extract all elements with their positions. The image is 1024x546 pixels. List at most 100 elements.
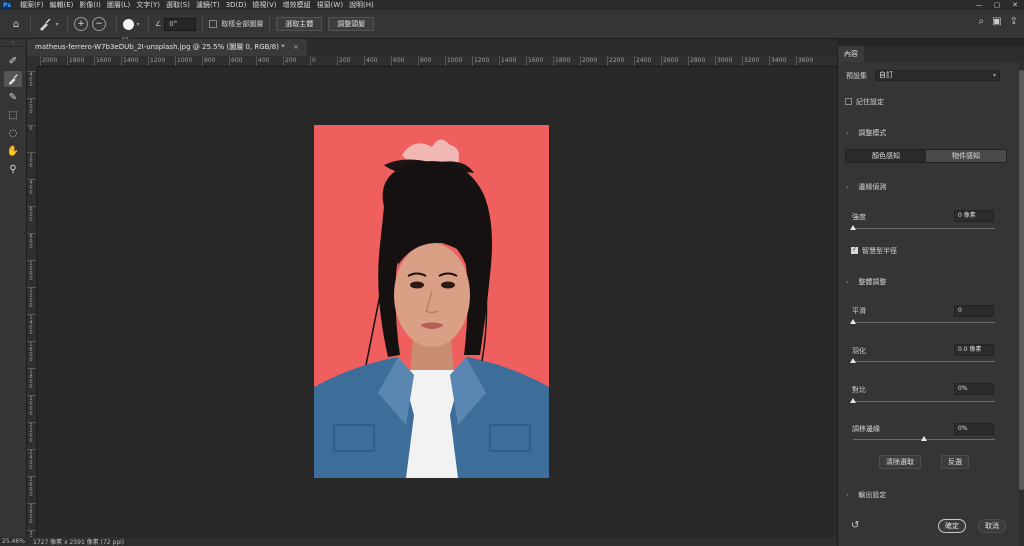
maximize-icon[interactable]: ▢ (988, 0, 1006, 10)
edge-detection-section[interactable]: › 邊緣偵測 (846, 182, 886, 192)
contrast-slider-knob[interactable] (850, 398, 856, 403)
ruler-label: 3200 (744, 57, 760, 64)
panel-scrollbar-thumb[interactable] (1019, 70, 1024, 490)
invert-button[interactable]: 反選 (941, 455, 969, 469)
zoom-tool-icon[interactable]: ⚲ (4, 161, 22, 177)
shift-edge-slider[interactable] (853, 436, 995, 441)
document-tab[interactable]: matheus-ferrero-W7b3eDUb_2I-unsplash.jpg… (27, 39, 307, 56)
object-selection-tool-icon[interactable]: ⬚ (4, 107, 22, 123)
contrast-input[interactable]: 0% (954, 383, 994, 395)
menu-file[interactable]: 檔案(F) (20, 0, 44, 10)
document-info[interactable]: 1727 像素 x 2591 像素 (72 ppi) (27, 537, 124, 546)
feather-slider[interactable] (850, 358, 995, 363)
ruler-tick (337, 56, 338, 66)
refine-brush-tool-icon[interactable] (37, 16, 53, 32)
feather-input[interactable]: 0.0 像素 (954, 344, 994, 356)
radius-slider-knob[interactable] (850, 225, 856, 230)
status-zoom[interactable]: 25.46% (0, 537, 27, 546)
ruler-label: 800 (204, 57, 216, 64)
menu-edit[interactable]: 編輯(E) (50, 0, 74, 10)
brush-preview-icon[interactable] (123, 18, 134, 30)
menu-plugins[interactable]: 增效模組 (283, 0, 311, 10)
menu-3d[interactable]: 3D(D) (226, 1, 247, 9)
chevron-down-icon[interactable]: ▾ (53, 16, 61, 32)
ruler-tick (607, 56, 608, 66)
contrast-slider[interactable] (850, 398, 995, 403)
ruler-label: 3000 (717, 57, 733, 64)
color-aware-button[interactable]: 顏色感知 (846, 150, 926, 162)
radius-input[interactable]: 0 像素 (954, 210, 994, 222)
reset-icon[interactable]: ↺ (851, 520, 859, 531)
ruler-label: 1000 (29, 261, 33, 282)
output-settings-section[interactable]: › 輸出設定 (846, 490, 886, 500)
brush-dropdown-icon[interactable]: ▾ (134, 16, 142, 32)
divider (202, 16, 204, 32)
smooth-input[interactable]: 0 (954, 305, 994, 317)
cancel-button[interactable]: 取消 (978, 519, 1006, 533)
ruler-label: 200 (29, 153, 33, 169)
ok-button[interactable]: 確定 (938, 519, 966, 533)
search-icon[interactable]: ⌕ (979, 16, 985, 27)
tab-close-icon[interactable]: × (293, 43, 299, 51)
global-refinements-section[interactable]: › 整體調整 (846, 277, 886, 287)
ruler-label: 200 (339, 57, 351, 64)
shift-edge-input[interactable]: 0% (954, 423, 994, 435)
view-mode-section[interactable]: › 調整模式 (846, 128, 886, 138)
close-icon[interactable]: ✕ (1006, 0, 1024, 10)
remember-settings-checkbox[interactable] (845, 98, 852, 105)
ruler-tick (391, 56, 392, 66)
ruler-label: 1400 (123, 57, 139, 64)
feather-slider-knob[interactable] (850, 358, 856, 363)
ruler-tick (67, 56, 68, 66)
menu-layer[interactable]: 圖層(L) (107, 0, 130, 10)
angle-input[interactable]: 0° (164, 17, 197, 31)
menu-type[interactable]: 文字(Y) (136, 0, 160, 10)
canvas-area[interactable] (37, 67, 837, 537)
tab-properties[interactable]: 內容 (838, 46, 864, 62)
smart-radius-checkbox[interactable] (851, 246, 858, 254)
ruler-label: 1400 (29, 315, 33, 336)
ruler-label: 1800 (555, 57, 571, 64)
ruler-label: 1200 (150, 57, 166, 64)
subtract-from-selection-button[interactable]: − (92, 17, 106, 31)
brush-tool-icon[interactable]: ✎ (4, 89, 22, 105)
panel-scrollbar[interactable] (1019, 62, 1024, 546)
minimize-icon[interactable]: — (970, 0, 988, 10)
lasso-tool-icon[interactable]: ◌ (4, 125, 22, 141)
ruler-tick (499, 56, 500, 66)
menu-help[interactable]: 說明(H) (349, 0, 374, 10)
workspace-icon[interactable]: ▣ (992, 16, 1001, 27)
share-icon[interactable]: ⇪ (1010, 16, 1018, 27)
options-bar: ⌂ ▾ + − ▾ 40 ∠ 0° 取樣全部圖層 選取主體 調整頭髮 ⌕ ▣ ⇪ (0, 10, 1024, 44)
select-subject-button[interactable]: 選取主體 (276, 17, 323, 31)
edge-detection-section-title: 邊緣偵測 (858, 183, 887, 191)
radius-slider[interactable] (850, 225, 995, 230)
menu-select[interactable]: 選取(S) (166, 0, 190, 10)
output-settings-section-title: 輸出設定 (858, 491, 887, 499)
add-to-selection-button[interactable]: + (74, 17, 88, 31)
quick-selection-tool-icon[interactable]: ✐ (4, 53, 22, 69)
refine-hair-button[interactable]: 調整頭髮 (328, 17, 375, 31)
menu-image[interactable]: 影像(I) (79, 0, 101, 10)
object-aware-button[interactable]: 物件感知 (926, 150, 1006, 162)
smooth-slider[interactable] (850, 319, 995, 324)
document-image[interactable] (314, 125, 549, 478)
toolbar-grip-icon[interactable]: » (0, 39, 26, 47)
ruler-label: 2000 (29, 396, 33, 417)
ruler-tick (634, 56, 635, 66)
preset-select[interactable]: 自訂 ▾ (875, 70, 1000, 81)
hand-tool-icon[interactable]: ✋ (4, 143, 22, 159)
shift-edge-slider-knob[interactable] (921, 436, 927, 441)
ruler-label: 2200 (609, 57, 625, 64)
ruler-tick (418, 56, 419, 66)
refine-edge-brush-tool-icon[interactable] (4, 71, 22, 87)
menu-view[interactable]: 檢視(V) (252, 0, 276, 10)
home-icon[interactable]: ⌂ (8, 16, 24, 32)
menu-filter[interactable]: 濾鏡(T) (196, 0, 220, 10)
sample-all-layers-checkbox[interactable] (209, 20, 218, 28)
menu-window[interactable]: 視窗(W) (317, 0, 343, 10)
smooth-slider-knob[interactable] (850, 319, 856, 324)
smooth-label: 平滑 (852, 307, 866, 315)
clear-selection-button[interactable]: 清除選取 (879, 455, 921, 469)
ruler-tick (580, 56, 581, 66)
